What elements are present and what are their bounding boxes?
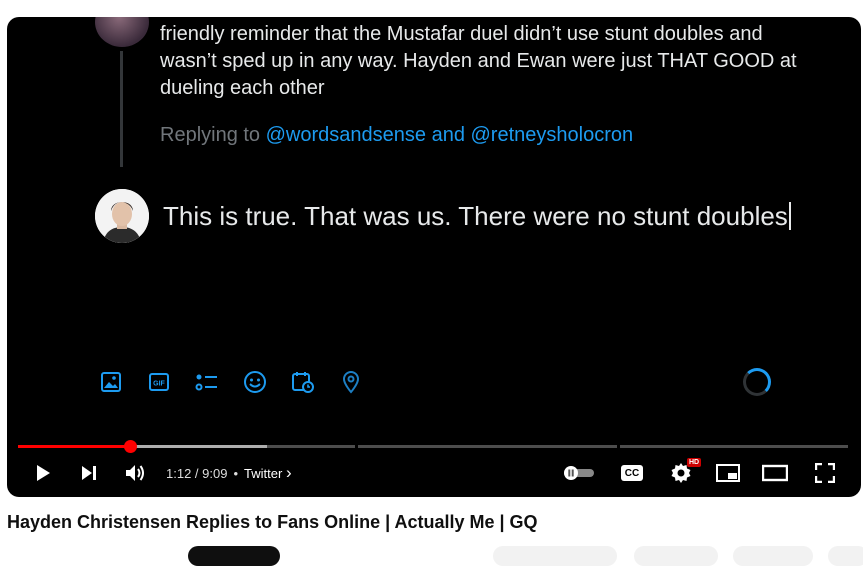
image-icon[interactable]	[99, 370, 123, 394]
replying-to: Replying to @wordsandsense and @retneysh…	[160, 124, 633, 147]
chapter-segment	[358, 445, 617, 448]
cc-icon: CC	[621, 465, 643, 481]
played-progress	[18, 445, 131, 448]
character-count-indicator	[743, 368, 771, 396]
volume-icon[interactable]	[121, 455, 149, 491]
theater-mode-icon[interactable]	[761, 455, 789, 491]
location-icon[interactable]	[339, 370, 363, 394]
reply-text-input[interactable]: This is true. That was us. There were no…	[163, 200, 803, 233]
gif-icon[interactable]: GIF	[147, 370, 171, 394]
progress-bar[interactable]	[18, 440, 848, 453]
miniplayer-icon[interactable]	[714, 455, 742, 491]
download-button[interactable]	[733, 546, 813, 566]
play-icon[interactable]	[29, 455, 57, 491]
next-icon[interactable]	[75, 455, 103, 491]
more-actions-button[interactable]	[828, 546, 863, 566]
chapter-title: Twitter	[244, 466, 283, 481]
time-separator: •	[233, 465, 239, 481]
svg-text:GIF: GIF	[153, 381, 165, 388]
subscribe-button[interactable]	[188, 546, 280, 566]
replying-handles: @wordsandsense and @retneysholocron	[265, 124, 634, 146]
thread-line	[120, 51, 123, 167]
time-current-duration: 1:12 / 9:09	[166, 465, 228, 481]
chevron-right-icon: ›	[285, 463, 292, 482]
reply-text: This is true. That was us. There were no…	[163, 201, 788, 231]
time-display: 1:12 / 9:09 • Twitter ›	[166, 455, 292, 491]
schedule-icon[interactable]	[291, 370, 315, 394]
fullscreen-icon[interactable]	[811, 455, 839, 491]
video-player[interactable]: friendly reminder that the Mustafar duel…	[7, 17, 861, 497]
player-controls: 1:12 / 9:09 • Twitter › CC HD	[7, 455, 861, 491]
captions-button[interactable]: CC	[619, 455, 645, 491]
cc-label: CC	[624, 467, 640, 479]
poll-icon[interactable]	[195, 370, 219, 394]
share-button[interactable]	[634, 546, 718, 566]
text-caret	[788, 202, 791, 230]
emoji-icon[interactable]	[243, 370, 267, 394]
scrubber-handle[interactable]	[124, 440, 138, 453]
video-title: Hayden Christensen Replies to Fans Onlin…	[7, 512, 538, 532]
replying-prefix: Replying to	[160, 124, 261, 146]
original-tweet-text: friendly reminder that the Mustafar duel…	[160, 23, 797, 99]
hd-badge: HD	[687, 458, 702, 467]
reply-avatar	[95, 189, 149, 243]
autoplay-toggle[interactable]	[562, 455, 596, 491]
original-tweet-avatar	[95, 17, 149, 47]
composer-toolbar: GIF	[99, 370, 363, 394]
chapter-segment	[620, 445, 848, 448]
chapter-button[interactable]: Twitter ›	[244, 463, 292, 483]
like-dislike-button[interactable]	[493, 546, 617, 566]
